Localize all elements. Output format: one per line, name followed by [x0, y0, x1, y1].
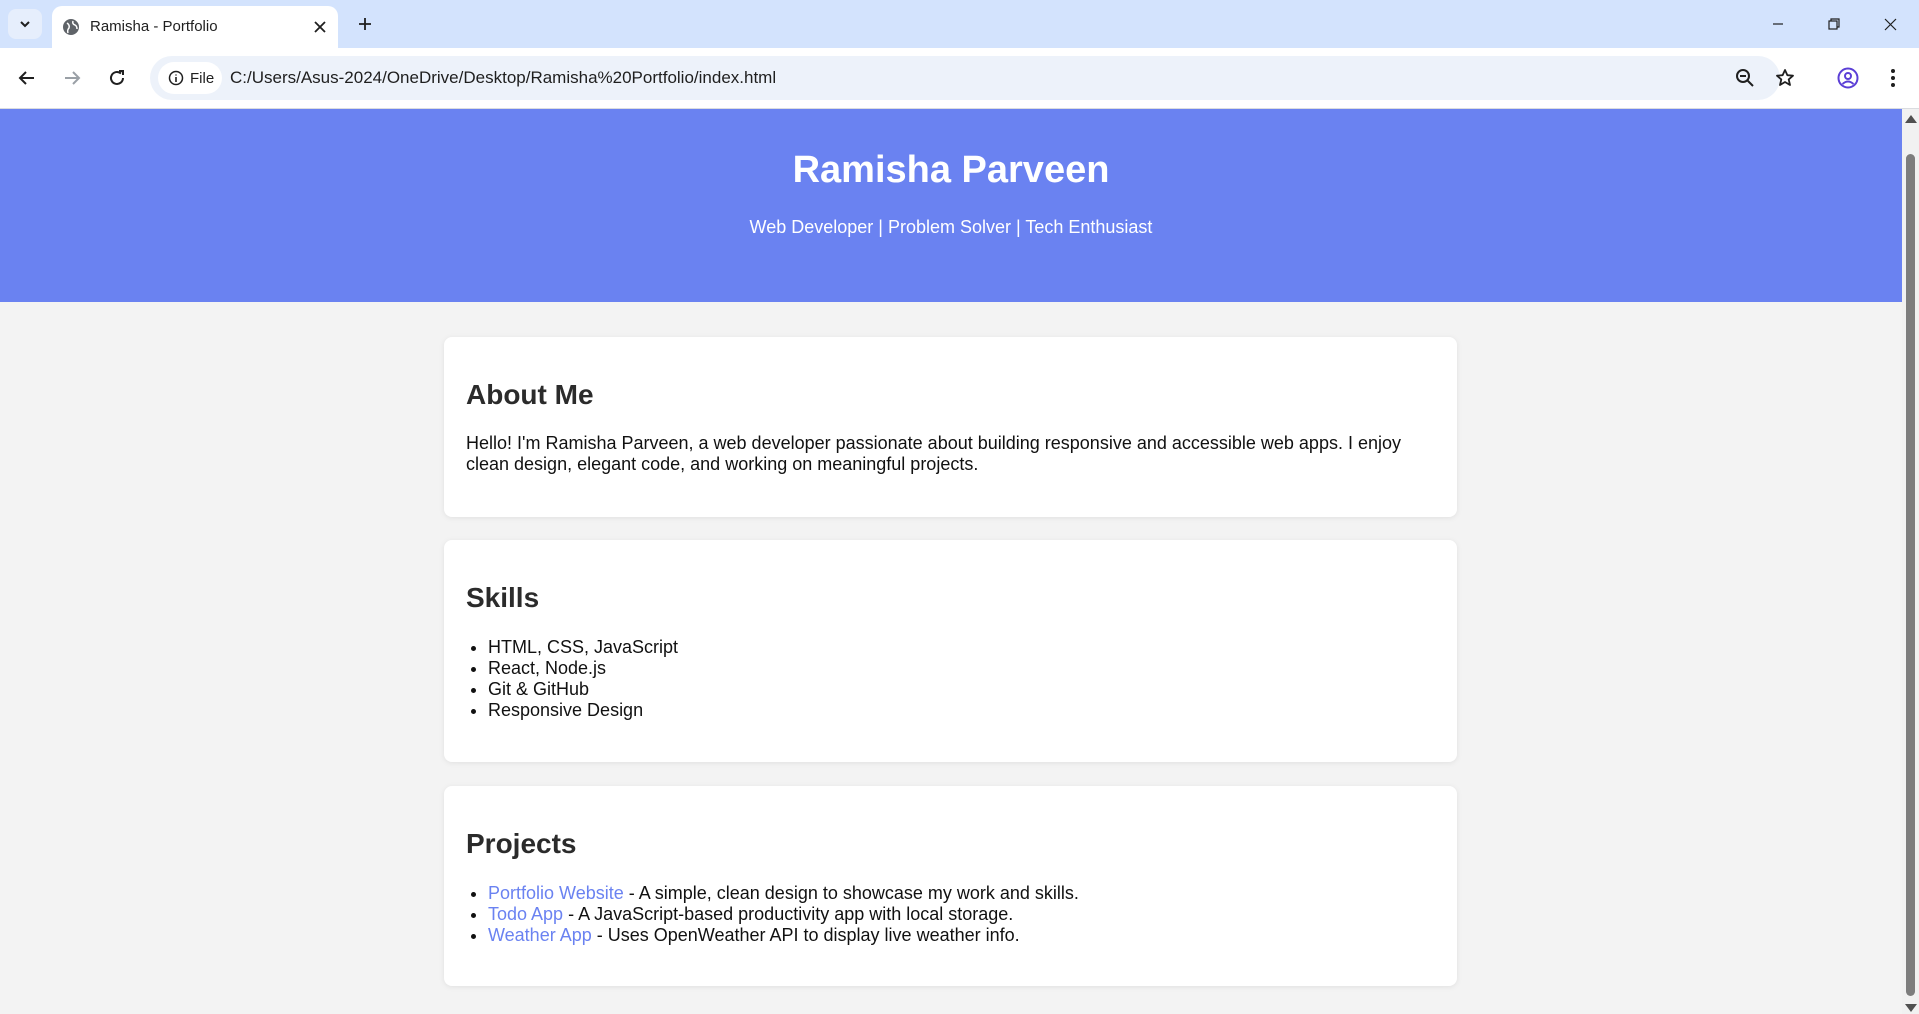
- project-description: - A JavaScript-based productivity app wi…: [563, 904, 1014, 924]
- browser-menu-button[interactable]: [1878, 62, 1908, 94]
- file-label: File: [190, 69, 215, 87]
- skills-heading: Skills: [466, 582, 540, 613]
- zoom-button[interactable]: [1730, 63, 1760, 93]
- tagline: Web Developer | Problem Solver | Tech En…: [749, 217, 1153, 237]
- bookmark-button[interactable]: [1770, 63, 1800, 93]
- account-circle-icon: [1837, 67, 1859, 89]
- scroll-down-arrow[interactable]: [1905, 1004, 1917, 1012]
- arrow-right-icon: [65, 71, 81, 85]
- project-link-weather[interactable]: Weather App: [488, 925, 592, 945]
- info-icon: [168, 70, 184, 86]
- project-description: - A simple, clean design to showcase my …: [623, 883, 1079, 903]
- about-section: About Me Hello! I'm Ramisha Parveen, a w…: [444, 337, 1457, 517]
- page-content: Ramisha Parveen Web Developer | Problem …: [0, 109, 1902, 1014]
- about-heading: About Me: [466, 379, 594, 410]
- list-item: Portfolio Website - A simple, clean desi…: [488, 883, 1079, 904]
- project-description: - Uses OpenWeather API to display live w…: [591, 925, 1020, 945]
- tab-bar: Ramisha - Portfolio: [0, 0, 1919, 48]
- list-item: React, Node.js: [488, 658, 678, 679]
- new-tab-button[interactable]: [350, 10, 380, 38]
- tab-title: Ramisha - Portfolio: [90, 18, 218, 35]
- tab-search-button[interactable]: [8, 9, 42, 39]
- back-button[interactable]: [11, 62, 43, 94]
- vertical-scrollbar[interactable]: [1902, 109, 1919, 1014]
- skills-list: HTML, CSS, JavaScript React, Node.js Git…: [466, 637, 678, 721]
- about-text: Hello! I'm Ramisha Parveen, a web develo…: [466, 433, 1401, 474]
- list-item: Responsive Design: [488, 700, 678, 721]
- plus-icon: [359, 18, 371, 30]
- minimize-icon: [1773, 23, 1783, 25]
- reload-button[interactable]: [101, 62, 133, 94]
- browser-tab[interactable]: Ramisha - Portfolio: [52, 6, 338, 48]
- site-info-chip[interactable]: File: [158, 62, 222, 94]
- skills-section: Skills HTML, CSS, JavaScript React, Node…: [444, 540, 1457, 762]
- page-title: Ramisha Parveen: [792, 149, 1110, 191]
- chevron-down-icon: [20, 21, 30, 28]
- reload-icon: [110, 70, 124, 85]
- window-close-button[interactable]: [1862, 0, 1918, 48]
- tab-close-button[interactable]: [310, 17, 330, 37]
- hero-header: Ramisha Parveen Web Developer | Problem …: [0, 109, 1902, 302]
- scroll-up-arrow[interactable]: [1905, 115, 1917, 123]
- scrollbar-thumb[interactable]: [1906, 154, 1915, 996]
- close-icon: [314, 21, 326, 33]
- restore-button[interactable]: [1806, 0, 1862, 48]
- arrow-left-icon: [18, 71, 34, 85]
- forward-button[interactable]: [56, 62, 88, 94]
- restore-icon: [1828, 18, 1840, 30]
- list-item: Todo App - A JavaScript-based productivi…: [488, 904, 1079, 925]
- url-text[interactable]: C:/Users/Asus-2024/OneDrive/Desktop/Rami…: [230, 68, 776, 88]
- address-bar[interactable]: File C:/Users/Asus-2024/OneDrive/Desktop…: [150, 56, 1794, 100]
- globe-icon: [63, 19, 79, 35]
- projects-section: Projects Portfolio Website - A simple, c…: [444, 786, 1457, 986]
- more-vertical-icon: [1891, 69, 1895, 87]
- project-link-todo[interactable]: Todo App: [488, 904, 563, 924]
- zoom-out-icon: [1736, 69, 1754, 87]
- list-item: Git & GitHub: [488, 679, 678, 700]
- projects-heading: Projects: [466, 828, 577, 859]
- profile-button[interactable]: [1832, 62, 1864, 94]
- star-icon: [1776, 69, 1794, 86]
- project-link-portfolio[interactable]: Portfolio Website: [488, 883, 624, 903]
- list-item: Weather App - Uses OpenWeather API to di…: [488, 925, 1079, 946]
- list-item: HTML, CSS, JavaScript: [488, 637, 678, 658]
- close-icon: [1884, 18, 1896, 30]
- minimize-button[interactable]: [1750, 0, 1806, 48]
- projects-list: Portfolio Website - A simple, clean desi…: [466, 883, 1079, 946]
- browser-toolbar: File C:/Users/Asus-2024/OneDrive/Desktop…: [0, 48, 1919, 109]
